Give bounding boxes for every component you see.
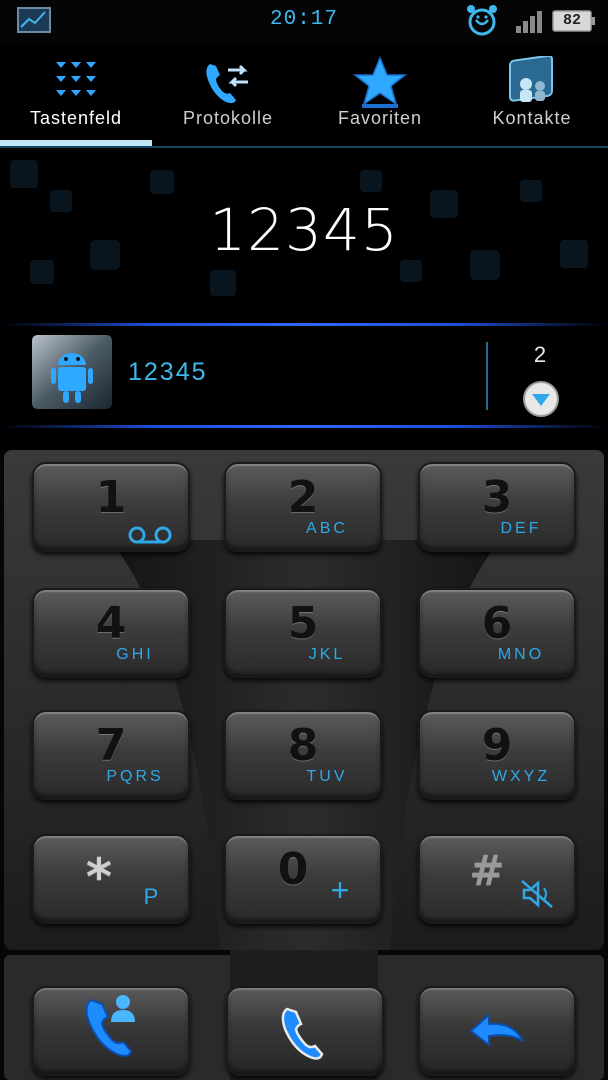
key-letters: + — [330, 872, 350, 908]
mute-icon — [521, 880, 553, 908]
key-hash[interactable]: # — [418, 834, 576, 924]
key-digit: 9 — [481, 720, 513, 771]
add-contact-phone-icon — [85, 995, 135, 1057]
key-letters: GHI — [116, 646, 154, 663]
divider — [486, 342, 488, 410]
tab-dialpad[interactable]: Tastenfeld — [0, 44, 152, 150]
signal-icon — [516, 11, 542, 33]
key-3[interactable]: 3 DEF — [418, 462, 576, 552]
key-digit: 5 — [287, 598, 319, 649]
chevron-down-icon[interactable] — [522, 380, 560, 418]
key-4[interactable]: 4 GHI — [32, 588, 190, 678]
key-0[interactable]: 0 + — [224, 834, 382, 924]
suggestion-number: 12345 — [128, 358, 208, 386]
key-letters: ABC — [306, 520, 348, 537]
backspace-button[interactable] — [418, 986, 576, 1076]
key-5[interactable]: 5 JKL — [224, 588, 382, 678]
key-letters: PQRS — [106, 768, 164, 785]
alarm-clock-icon — [467, 5, 497, 36]
tab-label: Protokolle — [182, 108, 274, 128]
key-2[interactable]: 2 ABC — [224, 462, 382, 552]
key-6[interactable]: 6 MNO — [418, 588, 576, 678]
key-digit: 7 — [95, 720, 127, 771]
key-digit: 2 — [287, 472, 319, 523]
glow-divider — [0, 425, 608, 428]
tab-divider — [0, 146, 608, 148]
key-8[interactable]: 8 TUV — [224, 710, 382, 800]
status-bar: 20:17 82 — [0, 0, 608, 44]
key-digit: 8 — [287, 720, 319, 771]
dialed-number-display[interactable]: 12345 — [0, 196, 608, 264]
match-count: 2 — [533, 342, 547, 367]
tab-call-log[interactable]: Protokolle — [152, 44, 304, 150]
tab-favorites[interactable]: Favoriten — [304, 44, 456, 150]
key-letters: MNO — [497, 646, 545, 663]
key-letters: P — [143, 884, 159, 909]
key-digit: 1 — [95, 472, 127, 523]
key-letters: JKL — [308, 646, 346, 663]
phone-icon — [281, 1007, 324, 1060]
dialpad-icon — [56, 62, 96, 96]
tab-bar: Tastenfeld Protokolle Favoriten Kontakte — [0, 44, 608, 150]
glow-divider — [0, 323, 608, 326]
key-digit: 4 — [95, 598, 127, 649]
key-1[interactable]: 1 — [32, 462, 190, 552]
contact-suggestion-row[interactable]: 12345 2 — [0, 328, 608, 423]
key-9[interactable]: 9 WXYZ — [418, 710, 576, 800]
tab-label: Favoriten — [337, 108, 423, 128]
key-star[interactable]: * P — [32, 834, 190, 924]
key-letters: WXYZ — [491, 768, 551, 785]
star-icon — [352, 56, 408, 108]
key-digit: 3 — [481, 472, 513, 523]
tab-label: Tastenfeld — [29, 108, 123, 128]
contacts-icon — [509, 56, 553, 102]
add-contact-button[interactable] — [32, 986, 190, 1076]
call-button[interactable] — [226, 986, 384, 1076]
voicemail-icon — [128, 526, 172, 544]
key-letters: TUV — [306, 768, 348, 785]
key-letters: DEF — [500, 520, 542, 537]
key-digit: 6 — [481, 598, 513, 649]
tab-contacts[interactable]: Kontakte — [456, 44, 608, 150]
android-robot-icon — [32, 335, 112, 409]
call-log-icon — [206, 64, 248, 104]
dialpad: 1 2 ABC 3 DEF 4 GHI 5 JKL 6 MNO 7 PQRS 8… — [0, 450, 608, 1080]
back-arrow-icon — [469, 1012, 524, 1048]
tab-label: Kontakte — [492, 108, 572, 128]
key-7[interactable]: 7 PQRS — [32, 710, 190, 800]
battery-level: 82 — [562, 12, 581, 29]
